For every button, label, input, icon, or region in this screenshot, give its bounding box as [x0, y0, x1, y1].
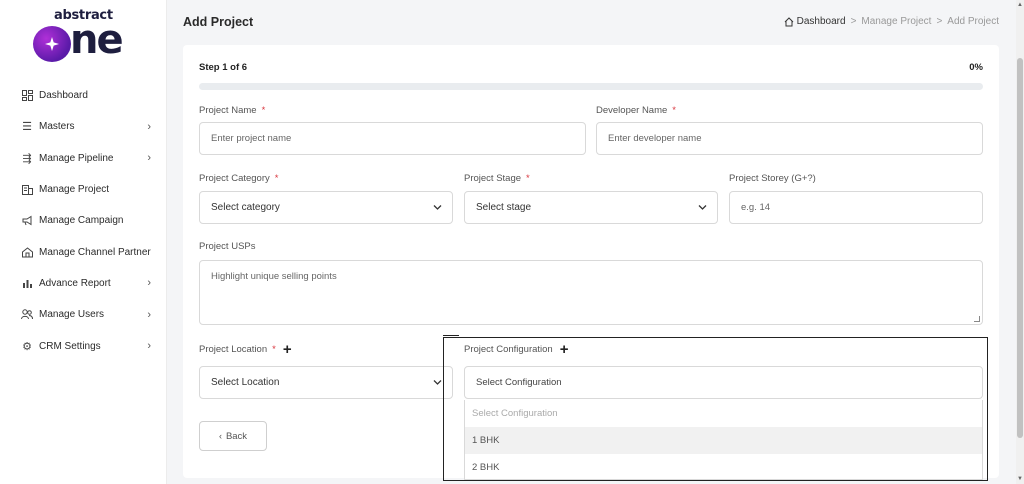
required-marker: *	[526, 173, 530, 184]
project-location-label-text: Project Location	[199, 344, 268, 355]
sidebar-item-manage-pipeline[interactable]: ⇶ Manage Pipeline ›	[0, 143, 167, 174]
back-button-label: Back	[225, 430, 248, 442]
pipeline-icon: ⇶	[22, 152, 32, 165]
project-usps-textarea[interactable]: Highlight unique selling points	[199, 260, 983, 325]
chevron-right-icon: ›	[147, 152, 151, 165]
sidebar-item-manage-project[interactable]: Manage Project	[0, 174, 167, 205]
home-icon	[784, 16, 793, 26]
project-category-value: Select category	[211, 202, 280, 213]
sidebar-item-label: Masters	[39, 121, 75, 133]
project-category-select[interactable]: Select category	[199, 191, 453, 224]
required-marker: *	[274, 173, 279, 184]
sidebar-item-label: Manage Users	[39, 309, 105, 321]
project-stage-value: Select stage	[476, 202, 532, 213]
resize-handle[interactable]	[974, 316, 980, 322]
sidebar: abstract ne Dashboard ☰ Masters › ⇶ Mana…	[0, 0, 167, 484]
project-location-value: Select Location	[211, 377, 280, 388]
sidebar-nav: Dashboard ☰ Masters › ⇶ Manage Pipeline …	[0, 80, 167, 362]
scroll-up-arrow-icon[interactable]: ▲	[1017, 2, 1023, 8]
project-stage-select[interactable]: Select stage	[464, 191, 718, 224]
logo-star-icon	[33, 26, 71, 62]
developer-name-placeholder: Enter developer name	[608, 133, 702, 144]
chevron-right-icon: ›	[147, 308, 151, 321]
users-icon	[21, 309, 33, 321]
chevron-right-icon: ›	[147, 120, 151, 133]
developer-name-label-text: Developer Name	[596, 105, 668, 116]
project-usps-label-text: Project USPs	[199, 241, 256, 252]
project-location-select[interactable]: Select Location	[199, 366, 453, 399]
breadcrumb-separator: >	[850, 16, 857, 27]
required-marker: *	[672, 105, 676, 116]
chevron-right-icon: ›	[147, 277, 151, 290]
sidebar-item-label: Advance Report	[39, 277, 111, 289]
sidebar-item-dashboard[interactable]: Dashboard	[0, 80, 167, 111]
step-indicator: Step 1 of 6	[199, 62, 248, 73]
abstract-one-logo[interactable]: abstract ne	[32, 8, 136, 62]
required-marker: *	[272, 344, 276, 355]
add-location-plus-icon[interactable]: +	[283, 342, 292, 357]
highlight-box-tick	[443, 335, 459, 336]
developer-name-label: Developer Name *	[596, 105, 676, 116]
highlight-box	[443, 337, 988, 481]
sidebar-item-label: Manage Channel Partner	[39, 246, 151, 258]
sidebar-item-manage-channel-partner[interactable]: Manage Channel Partner	[0, 236, 167, 267]
chevron-down-icon	[433, 202, 442, 213]
scroll-down-arrow-icon[interactable]: ▼	[1017, 476, 1023, 482]
logo-main-text: ne	[70, 17, 124, 63]
bar-chart-icon	[21, 277, 33, 289]
project-usps-label: Project USPs	[199, 241, 256, 252]
chevron-left-icon: ‹	[218, 431, 222, 441]
dashboard-icon	[21, 90, 33, 102]
scrollbar-thumb[interactable]	[1017, 58, 1023, 438]
sidebar-item-manage-users[interactable]: Manage Users ›	[0, 299, 167, 330]
megaphone-icon	[21, 215, 33, 227]
project-name-label-text: Project Name	[199, 105, 257, 116]
breadcrumb-dashboard[interactable]: Dashboard	[784, 16, 846, 27]
project-category-label: Project Category *	[199, 173, 278, 184]
project-stage-label: Project Stage *	[464, 173, 530, 184]
project-storey-placeholder: e.g. 14	[741, 202, 771, 213]
sidebar-item-label: Dashboard	[39, 90, 88, 102]
page-title: Add Project	[183, 15, 254, 29]
project-location-label: Project Location * +	[199, 342, 292, 357]
project-storey-label: Project Storey (G+?)	[729, 173, 816, 184]
project-storey-label-text: Project Storey (G+?)	[729, 173, 816, 184]
back-button[interactable]: ‹ Back	[199, 421, 267, 451]
sidebar-item-label: Manage Project	[39, 184, 110, 196]
breadcrumb-add-project: Add Project	[947, 16, 999, 27]
progress-bar	[199, 83, 983, 90]
sidebar-item-label: Manage Pipeline	[39, 152, 114, 164]
breadcrumb-manage-project[interactable]: Manage Project	[861, 16, 931, 27]
project-name-input[interactable]: Enter project name	[199, 122, 586, 155]
progress-percent: 0%	[969, 62, 983, 73]
project-name-label: Project Name *	[199, 105, 265, 116]
project-usps-placeholder: Highlight unique selling points	[211, 271, 337, 282]
sidebar-item-manage-campaign[interactable]: Manage Campaign	[0, 205, 167, 236]
chevron-right-icon: ›	[147, 340, 151, 353]
project-stage-label-text: Project Stage	[464, 173, 522, 184]
project-name-placeholder: Enter project name	[211, 133, 292, 144]
sidebar-item-crm-settings[interactable]: ⚙ CRM Settings ›	[0, 330, 167, 361]
list-icon: ☰	[22, 121, 32, 134]
breadcrumb-separator: >	[936, 16, 943, 27]
project-storey-input[interactable]: e.g. 14	[729, 191, 983, 224]
sidebar-item-advance-report[interactable]: Advance Report ›	[0, 268, 167, 299]
required-marker: *	[261, 105, 266, 116]
sidebar-item-masters[interactable]: ☰ Masters ›	[0, 111, 167, 142]
building-icon	[21, 184, 33, 196]
chevron-down-icon	[698, 202, 707, 213]
handshake-icon	[21, 246, 33, 258]
page-scrollbar[interactable]: ▲ ▼	[1016, 0, 1024, 484]
breadcrumb-label: Dashboard	[796, 16, 846, 27]
sidebar-item-label: Manage Campaign	[39, 215, 124, 227]
sidebar-item-label: CRM Settings	[39, 340, 101, 352]
gear-icon: ⚙	[22, 340, 32, 353]
project-category-label-text: Project Category	[199, 173, 270, 184]
chevron-down-icon	[433, 377, 442, 388]
breadcrumb: Dashboard > Manage Project > Add Project	[784, 16, 999, 27]
developer-name-input[interactable]: Enter developer name	[596, 122, 983, 155]
